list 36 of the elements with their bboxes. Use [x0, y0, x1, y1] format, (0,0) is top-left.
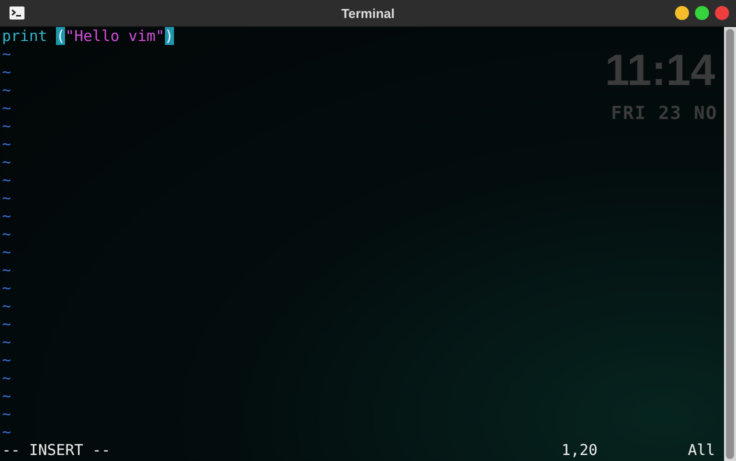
empty-line-marker: ~: [2, 351, 12, 369]
empty-line-marker: ~: [2, 387, 12, 405]
empty-line-marker: ~: [2, 45, 12, 63]
mode-indicator: -- INSERT --: [2, 441, 110, 459]
desktop-clock-time: 11:14: [605, 49, 716, 93]
empty-line-marker: ~: [2, 423, 12, 441]
window-title: Terminal: [341, 6, 395, 20]
empty-line-marker: ~: [2, 225, 12, 243]
empty-line-marker: ~: [2, 333, 12, 351]
empty-line-marker: ~: [2, 171, 12, 189]
bracket-token: ): [164, 27, 174, 45]
empty-line-marker: ~: [2, 189, 12, 207]
empty-line-marker: ~: [2, 207, 12, 225]
desktop-clock-date: FRI 23 NO: [610, 105, 718, 123]
empty-line-marker: ~: [2, 99, 12, 117]
string-token: "Hello vim": [65, 27, 165, 45]
empty-line-marker: ~: [2, 117, 12, 135]
minimize-button[interactable]: [675, 6, 689, 20]
empty-line-marker: ~: [2, 405, 12, 423]
maximize-button[interactable]: [695, 6, 709, 20]
scroll-position: All: [688, 441, 716, 459]
empty-line-marker: ~: [2, 261, 12, 279]
close-button[interactable]: [715, 6, 729, 20]
empty-line-marker: ~: [2, 369, 12, 387]
empty-line-marker: ~: [2, 153, 12, 171]
empty-line-marker: ~: [2, 135, 12, 153]
empty-line-marker: ~: [2, 279, 12, 297]
empty-line-marker: ~: [2, 81, 12, 99]
terminal-icon: [9, 6, 25, 20]
empty-line-marker: ~: [2, 63, 12, 81]
empty-line-marker: ~: [2, 315, 12, 333]
code-token: print: [2, 27, 48, 45]
cursor-position: 1,20: [561, 441, 599, 459]
empty-line-marker: ~: [2, 297, 12, 315]
bracket-token: (: [56, 27, 66, 45]
empty-line-marker: ~: [2, 243, 12, 261]
